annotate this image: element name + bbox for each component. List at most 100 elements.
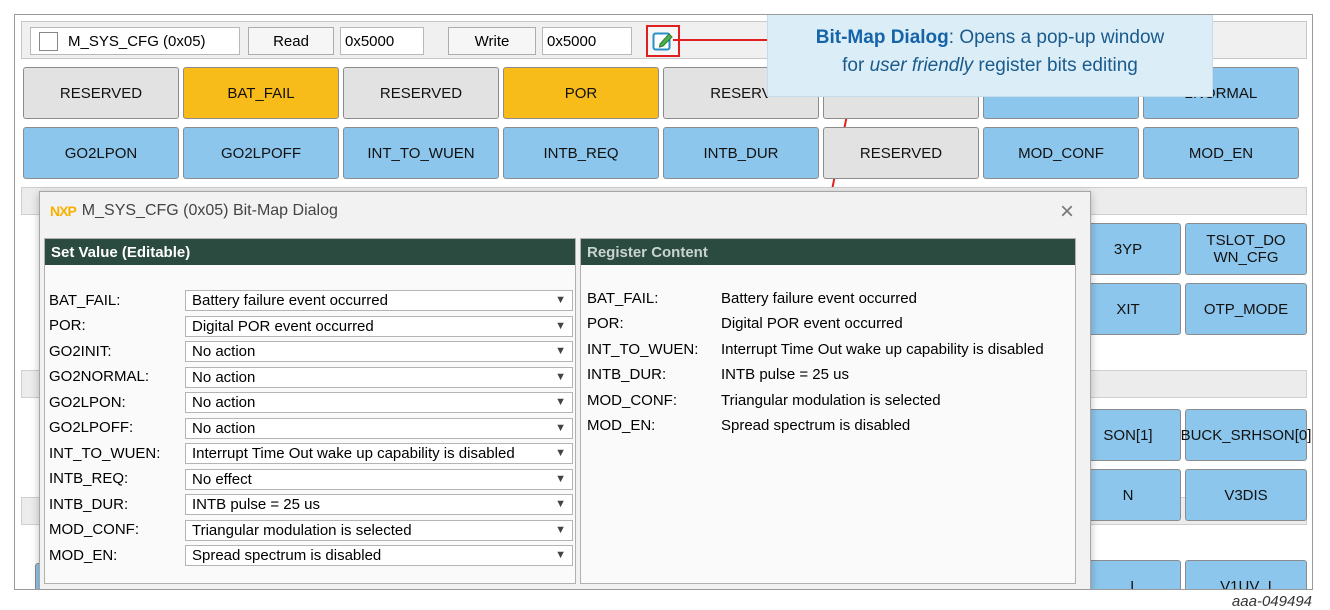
field-label: MOD_EN: bbox=[49, 546, 118, 564]
bit-button[interactable]: GO2LPOFF bbox=[183, 127, 339, 179]
panel-header: Register Content bbox=[581, 239, 1075, 265]
chevron-down-icon[interactable]: ▼ bbox=[555, 549, 566, 561]
content-value: Triangular modulation is selected bbox=[721, 391, 941, 409]
field-dropdown[interactable]: Triangular modulation is selected ▼ bbox=[185, 519, 573, 541]
content-label: INT_TO_WUEN: bbox=[587, 340, 699, 358]
bit-button[interactable]: V1UV_I bbox=[1185, 560, 1307, 589]
field-dropdown[interactable]: No action ▼ bbox=[185, 341, 573, 362]
bit-button[interactable]: INT_TO_WUEN bbox=[343, 127, 499, 179]
field-label: GO2INIT: bbox=[49, 342, 112, 360]
content-label: MOD_CONF: bbox=[587, 391, 677, 409]
callout-text: register bits editing bbox=[973, 55, 1138, 76]
callout-text: : Opens a pop-up window bbox=[948, 27, 1165, 48]
chevron-down-icon[interactable]: ▼ bbox=[555, 345, 566, 357]
field-label: INTB_DUR: bbox=[49, 495, 129, 513]
dropdown-value: Digital POR event occurred bbox=[192, 317, 374, 335]
field-row: POR: bbox=[49, 315, 185, 337]
field-row: MOD_EN: bbox=[49, 544, 185, 566]
content-row: INTB_DUR: INTB pulse = 25 us bbox=[587, 364, 849, 386]
callout-text: for bbox=[842, 55, 870, 76]
bit-button[interactable]: MOD_EN bbox=[1143, 127, 1299, 179]
callout-title: Bit-Map Dialog bbox=[815, 27, 949, 48]
figure-id: aaa-049494 bbox=[1231, 593, 1312, 610]
content-value: Digital POR event occurred bbox=[721, 315, 903, 332]
content-value: Battery failure event occurred bbox=[721, 289, 917, 307]
field-dropdown[interactable]: No action ▼ bbox=[185, 392, 573, 413]
bit-button[interactable]: V3DIS bbox=[1185, 469, 1307, 521]
field-dropdown[interactable]: Battery failure event occurred ▼ bbox=[185, 290, 573, 311]
field-row: GO2INIT: bbox=[49, 340, 185, 362]
dropdown-value: No effect bbox=[192, 470, 252, 488]
callout-emphasis: user friendly bbox=[869, 55, 974, 76]
bit-button[interactable]: OTP_MODE bbox=[1185, 283, 1307, 335]
field-row: MOD_CONF: bbox=[49, 519, 185, 541]
field-label: INT_TO_WUEN: bbox=[49, 444, 161, 462]
chevron-down-icon[interactable]: ▼ bbox=[555, 498, 566, 510]
set-value-panel: Set Value (Editable) BAT_FAIL: Battery fa… bbox=[44, 238, 576, 584]
dialog-title: M_SYS_CFG (0x05) Bit-Map Dialog bbox=[81, 202, 338, 219]
bit-button[interactable]: RESERVED bbox=[823, 127, 979, 179]
app-window: M_SYS_CFG (0x05) Read 0x5000 Write 0x500… bbox=[14, 14, 1313, 590]
field-dropdown[interactable]: No effect ▼ bbox=[185, 468, 573, 490]
field-label: GO2NORMAL: bbox=[49, 368, 150, 385]
field-label: BAT_FAIL: bbox=[49, 291, 121, 309]
panel-header: Set Value (Editable) bbox=[45, 239, 575, 265]
field-label: GO2LPON: bbox=[49, 393, 126, 411]
field-row: INTB_DUR: bbox=[49, 493, 185, 515]
field-row: GO2LPOFF: bbox=[49, 417, 185, 439]
content-row: POR: Digital POR event occurred bbox=[587, 313, 903, 335]
field-dropdown[interactable]: Interrupt Time Out wake up capability is… bbox=[185, 443, 573, 464]
field-dropdown[interactable]: No action ▼ bbox=[185, 366, 573, 388]
dropdown-value: Triangular modulation is selected bbox=[192, 521, 412, 539]
nxp-logo: NXP bbox=[50, 203, 77, 219]
dropdown-value: Battery failure event occurred bbox=[192, 292, 388, 309]
register-content-panel: Register Content BAT_FAIL: Battery failur… bbox=[580, 238, 1076, 584]
field-row: GO2NORMAL: bbox=[49, 366, 185, 388]
chevron-down-icon[interactable]: ▼ bbox=[555, 524, 566, 536]
field-label: MOD_CONF: bbox=[49, 521, 139, 538]
content-row: MOD_CONF: Triangular modulation is select… bbox=[587, 389, 941, 411]
chevron-down-icon[interactable]: ▼ bbox=[555, 473, 566, 485]
field-dropdown[interactable]: INTB pulse = 25 us ▼ bbox=[185, 494, 573, 515]
content-value: INTB pulse = 25 us bbox=[721, 366, 849, 383]
bit-button[interactable]: INTB_DUR bbox=[663, 127, 819, 179]
chevron-down-icon[interactable]: ▼ bbox=[555, 294, 566, 306]
chevron-down-icon[interactable]: ▼ bbox=[555, 447, 566, 459]
field-dropdown[interactable]: No action ▼ bbox=[185, 417, 573, 439]
field-row: GO2LPON: bbox=[49, 391, 185, 413]
bit-button[interactable]: MOD_CONF bbox=[983, 127, 1139, 179]
chevron-down-icon[interactable]: ▼ bbox=[555, 422, 566, 434]
dialog-title-bar: NXP M_SYS_CFG (0x05) Bit-Map Dialog bbox=[50, 202, 338, 220]
content-row: MOD_EN: Spread spectrum is disabled bbox=[587, 415, 910, 437]
bit-button[interactable]: BAT_FAIL bbox=[183, 67, 339, 119]
bit-button[interactable]: BUCK_SRHSON[0] bbox=[1181, 409, 1311, 461]
dropdown-value: No action bbox=[192, 343, 256, 360]
content-row: INT_TO_WUEN: Interrupt Time Out wake up c… bbox=[587, 338, 1044, 360]
dropdown-value: INTB pulse = 25 us bbox=[192, 496, 320, 513]
dropdown-value: No action bbox=[192, 419, 256, 437]
bit-button[interactable]: TSLOT_DO WN_CFG bbox=[1185, 223, 1307, 275]
content-label: MOD_EN: bbox=[587, 417, 656, 434]
close-icon[interactable]: × bbox=[1060, 198, 1074, 226]
field-dropdown[interactable]: Digital POR event occurred ▼ bbox=[185, 315, 573, 337]
bit-button[interactable]: GO2LPON bbox=[23, 127, 179, 179]
content-label: POR: bbox=[587, 315, 624, 332]
field-label: INTB_REQ: bbox=[49, 470, 129, 487]
bit-button[interactable]: RESERVED bbox=[343, 67, 499, 119]
field-row: INTB_REQ: bbox=[49, 468, 185, 490]
bit-button[interactable]: POR bbox=[503, 67, 659, 119]
dropdown-value: No action bbox=[192, 368, 256, 386]
field-label: POR: bbox=[49, 317, 86, 334]
chevron-down-icon[interactable]: ▼ bbox=[555, 371, 566, 383]
bit-map-dialog: NXP M_SYS_CFG (0x05) Bit-Map Dialog × Se… bbox=[39, 191, 1091, 589]
bit-button[interactable]: RESERVED bbox=[23, 67, 179, 119]
dropdown-value: No action bbox=[192, 394, 256, 411]
dropdown-value: Spread spectrum is disabled bbox=[192, 547, 382, 564]
content-value: Interrupt Time Out wake up capability is… bbox=[721, 340, 1044, 358]
content-label: BAT_FAIL: bbox=[587, 289, 659, 307]
chevron-down-icon[interactable]: ▼ bbox=[555, 396, 566, 408]
bit-button[interactable]: INTB_REQ bbox=[503, 127, 659, 179]
chevron-down-icon[interactable]: ▼ bbox=[555, 320, 566, 332]
content-value: Spread spectrum is disabled bbox=[721, 417, 911, 434]
field-dropdown[interactable]: Spread spectrum is disabled ▼ bbox=[185, 545, 573, 566]
